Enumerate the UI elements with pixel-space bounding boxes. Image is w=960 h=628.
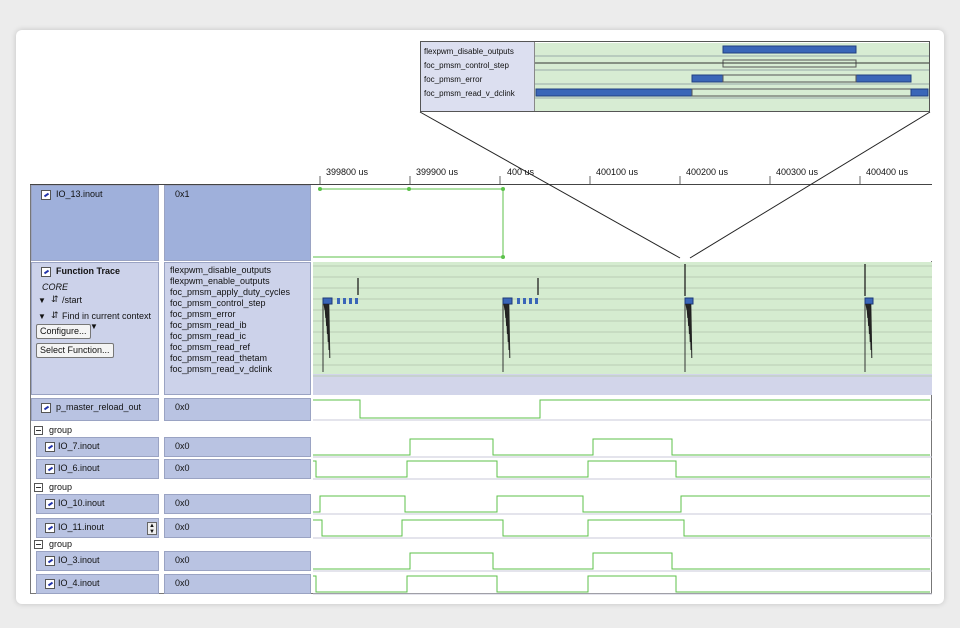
- signal-name: IO_3.inout: [58, 555, 100, 565]
- io13-waveform-area: [313, 185, 932, 261]
- time-tick-label: 400 us: [507, 167, 535, 177]
- dropdown-arrow-icon[interactable]: ▼: [90, 321, 98, 332]
- time-tick-label: 400300 us: [776, 167, 819, 177]
- collapse-icon[interactable]: [34, 483, 43, 492]
- configure-button[interactable]: Configure...: [36, 324, 91, 339]
- function-name: foc_pmsm_control_step: [170, 298, 266, 308]
- signal-value-cell: 0x0: [164, 518, 311, 538]
- expand-arrow-icon[interactable]: ▼: [38, 295, 46, 306]
- signal-name: p_master_reload_out: [56, 402, 142, 412]
- pin-icon[interactable]: [45, 523, 55, 533]
- function-trace-waveform: [313, 262, 932, 374]
- signal-name: IO_10.inout: [58, 498, 105, 508]
- signal-name-cell[interactable]: IO_3.inout: [36, 551, 159, 571]
- signal-name: IO_4.inout: [58, 578, 100, 588]
- signal-value-cell: 0x0: [164, 459, 311, 479]
- time-tick-label: 400200 us: [686, 167, 729, 177]
- pin-icon[interactable]: [45, 464, 55, 474]
- core-label: CORE: [42, 282, 69, 292]
- signal-name-cell[interactable]: IO_11.inout ▲ ▼: [36, 518, 159, 538]
- signal-value: 0x0: [175, 578, 190, 588]
- signal-value: 0x0: [175, 555, 190, 565]
- zoom-inset: flexpwm_disable_outputs foc_pmsm_control…: [420, 41, 930, 112]
- function-name: foc_pmsm_read_ib: [170, 320, 247, 330]
- collapse-icon[interactable]: [34, 540, 43, 549]
- ruler-header-left: [30, 162, 313, 185]
- zoom-inset-label: foc_pmsm_read_v_dclink: [424, 89, 515, 98]
- start-label: /start: [62, 295, 83, 305]
- zoom-inset-label: foc_pmsm_control_step: [424, 61, 509, 70]
- signal-name: IO_11.inout: [58, 522, 104, 532]
- time-tick-label: 400400 us: [866, 167, 909, 177]
- sort-arrows-icon[interactable]: ⇵: [51, 310, 59, 321]
- time-tick-label: 400100 us: [596, 167, 639, 177]
- signal-name-cell[interactable]: IO_13.inout: [31, 185, 159, 261]
- find-context-label: Find in current context: [62, 311, 152, 321]
- spinner-control[interactable]: ▲ ▼: [147, 522, 157, 535]
- time-tick-label: 399900 us: [416, 167, 459, 177]
- select-function-button[interactable]: Select Function...: [36, 343, 114, 358]
- pin-icon[interactable]: [45, 579, 55, 589]
- signal-value: 0x0: [175, 441, 190, 451]
- signal-value-cell: 0x0: [164, 437, 311, 457]
- group-label: group: [49, 482, 73, 492]
- group-label: group: [49, 539, 73, 549]
- function-name: foc_pmsm_read_ref: [170, 342, 251, 352]
- signal-name-cell[interactable]: p_master_reload_out: [31, 398, 159, 421]
- signal-value: 0x0: [175, 522, 190, 532]
- function-name: foc_pmsm_read_v_dclink: [170, 364, 273, 374]
- expand-arrow-icon[interactable]: ▼: [38, 311, 46, 322]
- signal-name-cell[interactable]: IO_6.inout: [36, 459, 159, 479]
- function-trace-title: Function Trace: [56, 266, 121, 276]
- function-name: flexpwm_disable_outputs: [170, 265, 272, 275]
- pin-icon[interactable]: [41, 267, 51, 277]
- function-name: foc_pmsm_read_ic: [170, 331, 247, 341]
- signal-value-cell: 0x0: [164, 398, 311, 421]
- signal-name: IO_7.inout: [58, 441, 100, 451]
- signal-name-cell[interactable]: IO_7.inout: [36, 437, 159, 457]
- function-name: flexpwm_enable_outputs: [170, 276, 270, 286]
- function-name: foc_pmsm_apply_duty_cycles: [170, 287, 291, 297]
- zoom-inset-label: flexpwm_disable_outputs: [424, 47, 514, 56]
- signal-value: 0x0: [175, 498, 190, 508]
- function-trace-footer: [313, 374, 932, 395]
- pin-icon[interactable]: [41, 403, 51, 413]
- signal-value: 0x0: [175, 402, 190, 412]
- function-name: foc_pmsm_read_thetam: [170, 353, 268, 363]
- signal-value-cell: 0x0: [164, 574, 311, 594]
- signal-name-cell[interactable]: IO_10.inout: [36, 494, 159, 514]
- signal-name-cell[interactable]: IO_4.inout: [36, 574, 159, 594]
- pin-icon[interactable]: [45, 556, 55, 566]
- signal-value: 0x1: [175, 189, 190, 199]
- signal-name: IO_6.inout: [58, 463, 100, 473]
- function-name: foc_pmsm_error: [170, 309, 236, 319]
- signal-name: IO_13.inout: [56, 189, 103, 199]
- time-tick-label: 399800 us: [326, 167, 369, 177]
- signal-value-cell: 0x0: [164, 494, 311, 514]
- pin-icon[interactable]: [45, 499, 55, 509]
- function-list-cell: flexpwm_disable_outputs flexpwm_enable_ou…: [164, 262, 311, 395]
- collapse-icon[interactable]: [34, 426, 43, 435]
- pin-icon[interactable]: [41, 190, 51, 200]
- signal-value: 0x0: [175, 463, 190, 473]
- function-trace-panel: Function Trace CORE ▼ ⇵ /start ▼ ⇵ Find …: [31, 262, 159, 395]
- group-label: group: [49, 425, 73, 435]
- pin-icon[interactable]: [45, 442, 55, 452]
- signal-value-cell: 0x1: [164, 185, 311, 261]
- sort-arrows-icon[interactable]: ⇵: [51, 294, 59, 305]
- zoom-inset-label: foc_pmsm_error: [424, 75, 483, 84]
- signal-value-cell: 0x0: [164, 551, 311, 571]
